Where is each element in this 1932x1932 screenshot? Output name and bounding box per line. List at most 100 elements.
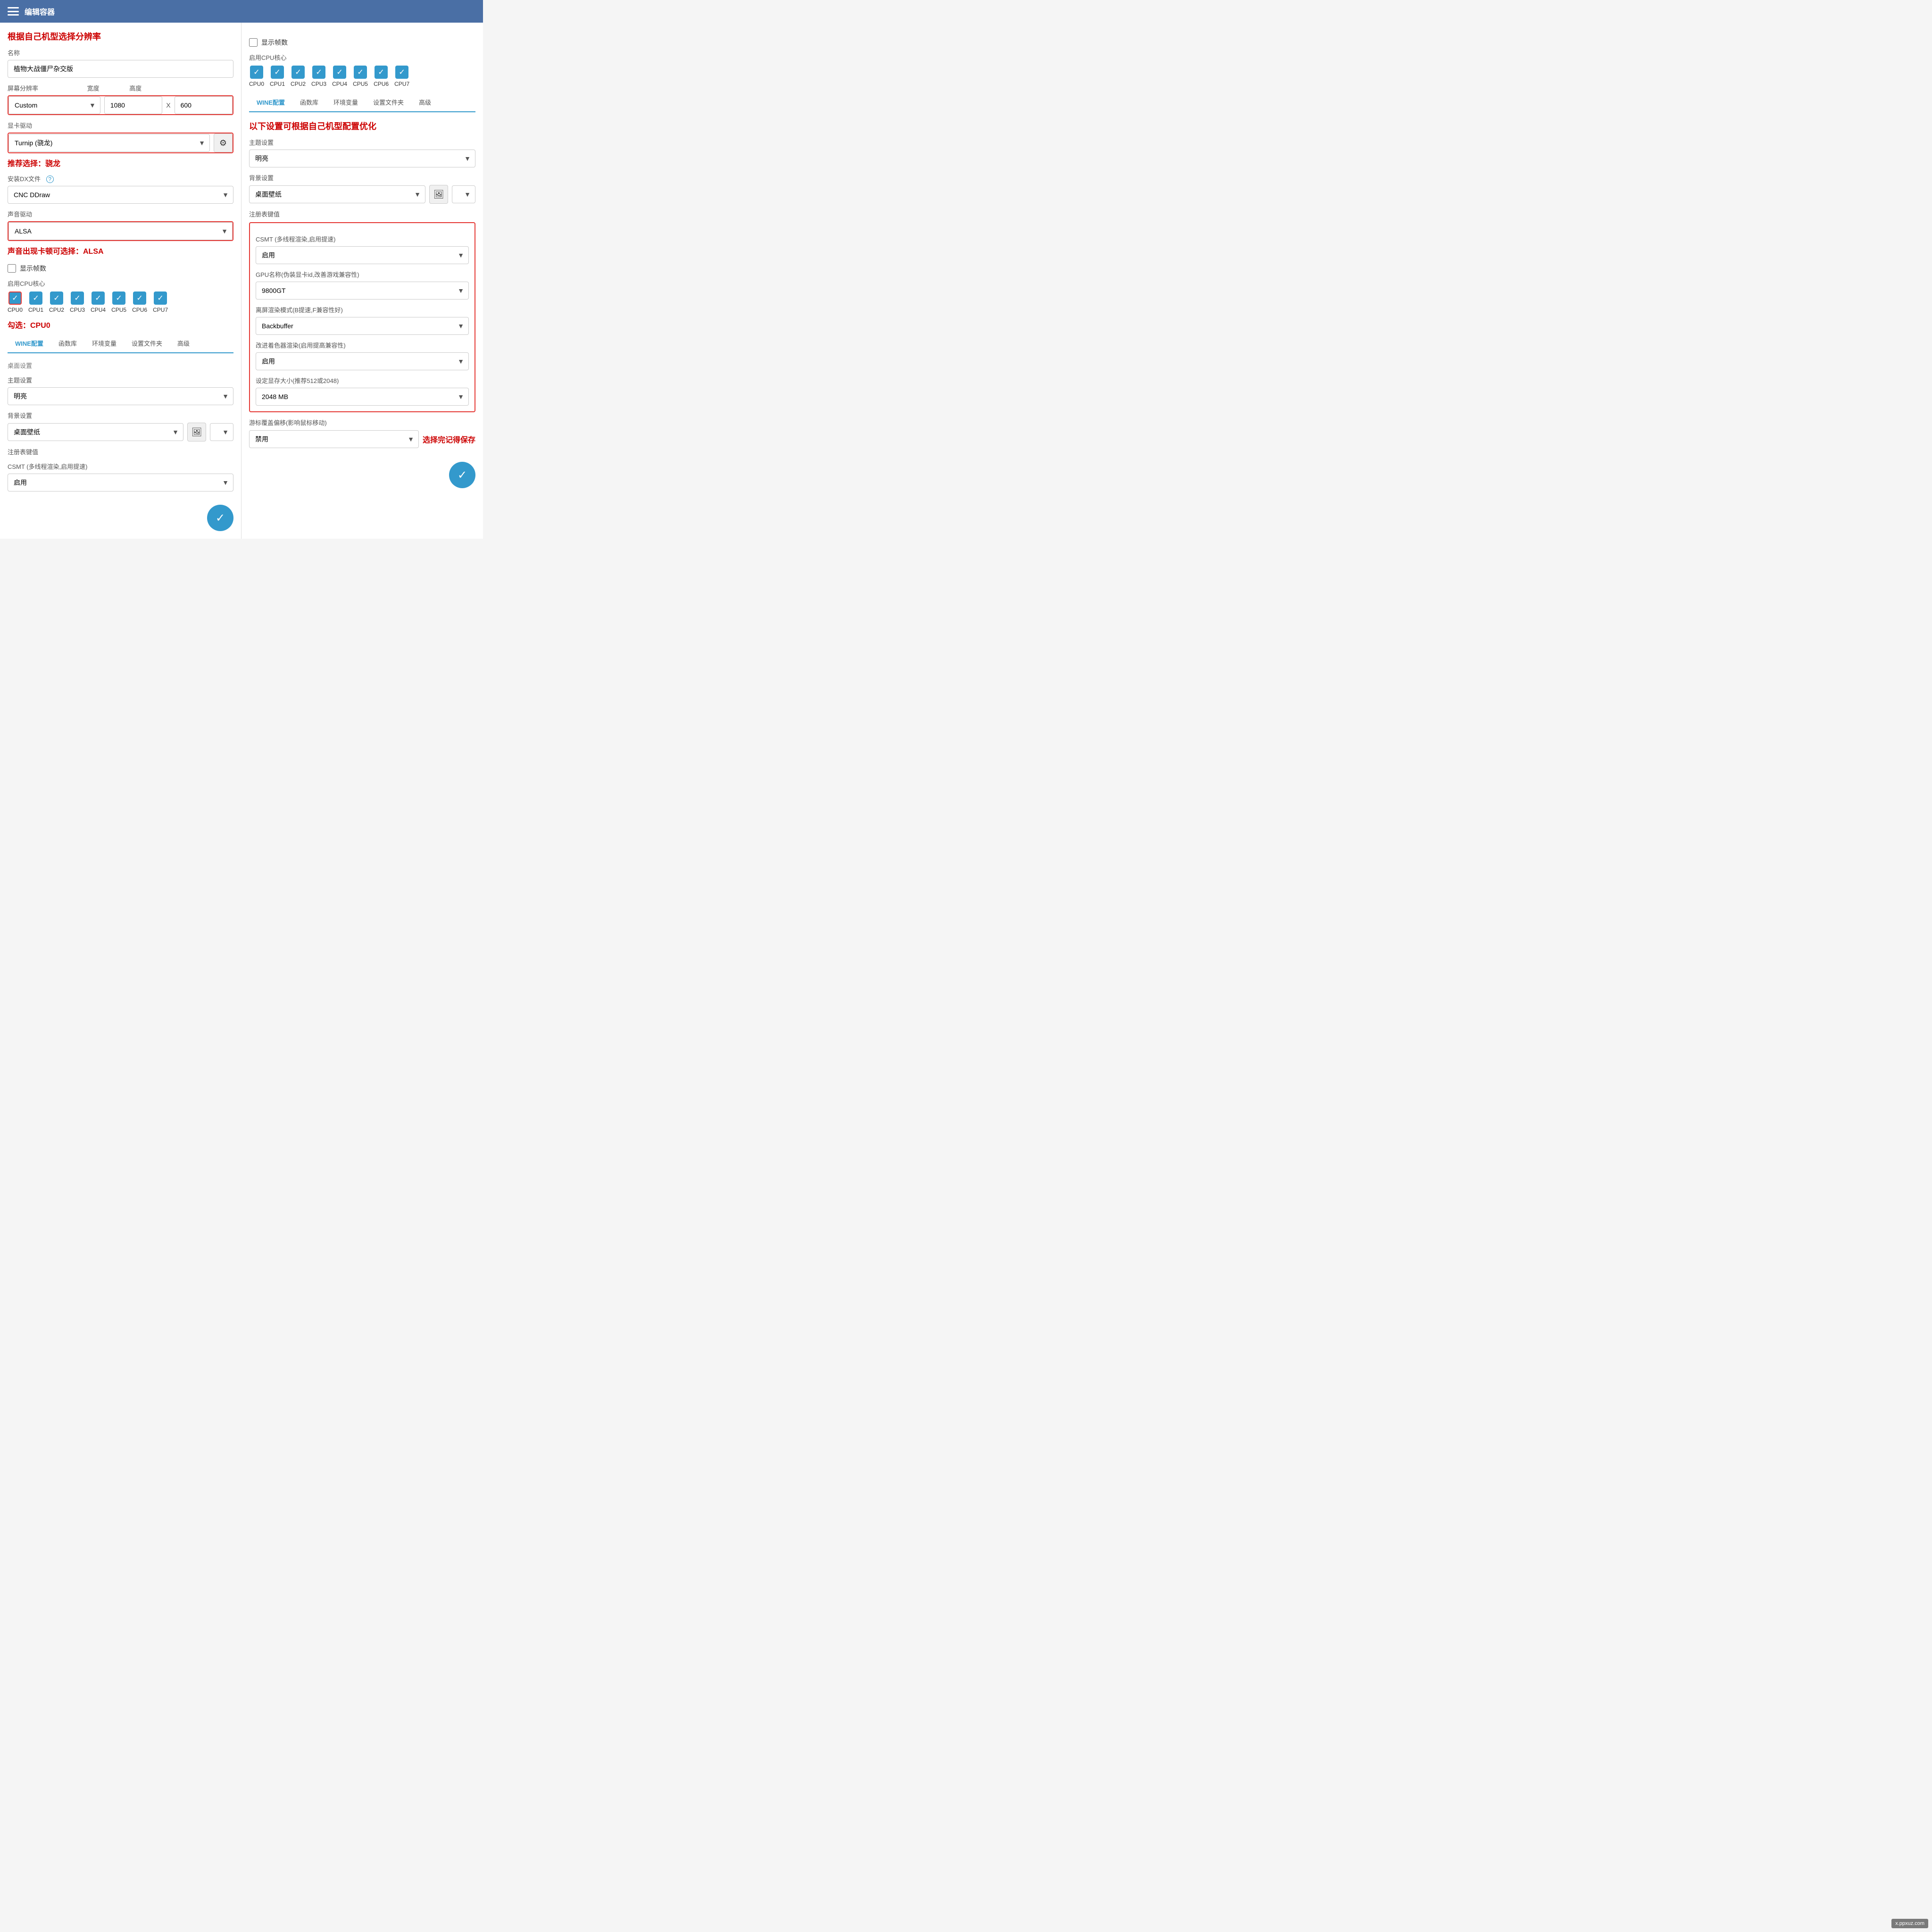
left-csmt-label: CSMT (多线程渲染,启用提速)	[8, 462, 233, 471]
cpu3-checkbox[interactable]: ✓	[71, 291, 84, 305]
right-cpu7-checkbox[interactable]: ✓	[395, 66, 408, 79]
left-bg-wrapper: 桌面壁纸 ▼	[8, 423, 183, 441]
right-cpu4-checkbox[interactable]: ✓	[333, 66, 346, 79]
cpu2-label: CPU2	[49, 307, 64, 313]
cpu4-checkbox[interactable]: ✓	[92, 291, 105, 305]
right-cpu1-checkbox[interactable]: ✓	[271, 66, 284, 79]
left-bg-select[interactable]: 桌面壁纸	[8, 423, 183, 441]
right-tab-library[interactable]: 函数库	[292, 93, 326, 111]
tab-folder-left[interactable]: 设置文件夹	[124, 334, 170, 352]
right-vram-select[interactable]: 2048 MB	[256, 388, 469, 406]
right-shader-select[interactable]: 启用	[256, 352, 469, 370]
name-label: 名称	[8, 48, 233, 57]
left-csmt-select[interactable]: 启用	[8, 474, 233, 491]
cpu3-item: ✓ CPU3	[70, 291, 85, 313]
right-tab-advanced[interactable]: 高级	[411, 93, 439, 111]
right-tabs: WINE配置 函数库 环境变量 设置文件夹 高级	[249, 93, 475, 112]
right-shader-label: 改进着色器渲染(启用提高兼容性)	[256, 341, 469, 350]
cpu0-label: CPU0	[8, 307, 23, 313]
cpu4-label: CPU4	[91, 307, 106, 313]
gpu-driver-wrapper: Turnip (骁龙) ▼	[8, 134, 210, 152]
right-csmt-label: CSMT (多线程渲染,启用提速)	[256, 234, 469, 243]
right-tab-env[interactable]: 环境变量	[326, 93, 366, 111]
right-cursor-row: 禁用 ▼ 选择完记得保存	[249, 430, 475, 449]
resolution-preset-select[interactable]: Custom	[8, 96, 100, 114]
cpu4-item: ✓ CPU4	[91, 291, 106, 313]
right-cpu2-checkbox[interactable]: ✓	[291, 66, 305, 79]
cpu6-checkbox[interactable]: ✓	[133, 291, 146, 305]
name-input[interactable]	[8, 60, 233, 78]
gpu-driver-select[interactable]: Turnip (骁龙)	[8, 134, 210, 152]
cpu2-item: ✓ CPU2	[49, 291, 64, 313]
left-bg-extra-wrapper: ▼	[210, 423, 233, 441]
right-cpu0-label: CPU0	[249, 81, 264, 87]
right-save-button[interactable]: ✓	[449, 462, 475, 488]
menu-icon[interactable]	[8, 7, 19, 16]
resolution-height-input[interactable]	[175, 96, 233, 114]
enable-cpu-label: 启用CPU核心	[8, 279, 233, 288]
cpu0-checkbox[interactable]: ✓	[8, 291, 22, 305]
tab-wine-left[interactable]: WINE配置	[8, 334, 51, 353]
tab-env-left[interactable]: 环境变量	[84, 334, 124, 352]
right-cpu2-label: CPU2	[291, 81, 306, 87]
right-offscreen-wrapper: Backbuffer ▼	[256, 317, 469, 335]
right-cpu0-item: ✓ CPU0	[249, 66, 264, 87]
left-bg-row: 桌面壁纸 ▼ 🖼 ▼	[8, 423, 233, 441]
show-fps-checkbox[interactable]	[8, 264, 16, 273]
tab-advanced-left[interactable]: 高级	[170, 334, 197, 352]
cpu7-checkbox[interactable]: ✓	[154, 291, 167, 305]
left-theme-label: 主题设置	[8, 375, 233, 384]
right-reg-label: 注册表键值	[249, 209, 475, 218]
cpu-grid: ✓ CPU0 ✓ CPU1 ✓ CPU2 ✓ CPU3 ✓ CPU4 ✓ CPU…	[8, 291, 233, 313]
right-show-fps-row: 显示帧数	[249, 38, 475, 47]
right-bg-select[interactable]: 桌面壁纸	[249, 185, 425, 203]
bg-image-btn[interactable]: 🖼	[187, 423, 206, 441]
right-bg-image-btn[interactable]: 🖼	[429, 185, 448, 204]
right-cpu1-item: ✓ CPU1	[270, 66, 285, 87]
right-show-fps-checkbox[interactable]	[249, 38, 258, 47]
show-fps-label: 显示帧数	[20, 264, 46, 273]
right-cpu3-checkbox[interactable]: ✓	[312, 66, 325, 79]
right-gpu-name-select[interactable]: 9800GT	[256, 282, 469, 300]
cpu5-checkbox[interactable]: ✓	[112, 291, 125, 305]
right-bg-wrapper: 桌面壁纸 ▼	[249, 185, 425, 203]
resolution-row: Custom ▼ X	[8, 95, 233, 115]
right-bg-extra-select[interactable]	[452, 185, 475, 203]
gpu-driver-row: Turnip (骁龙) ▼ ⚙	[8, 133, 233, 153]
right-cpu0-checkbox[interactable]: ✓	[250, 66, 263, 79]
x-separator: X	[166, 101, 170, 109]
left-bg-extra-select[interactable]	[210, 423, 233, 441]
right-enable-cpu-label: 启用CPU核心	[249, 53, 475, 62]
right-tab-wine[interactable]: WINE配置	[249, 93, 292, 112]
left-theme-select[interactable]: 明亮	[8, 387, 233, 405]
right-cpu5-checkbox[interactable]: ✓	[354, 66, 367, 79]
right-cpu6-checkbox[interactable]: ✓	[375, 66, 388, 79]
resolution-width-input[interactable]	[104, 96, 162, 114]
left-save-button[interactable]: ✓	[207, 505, 233, 531]
right-bordered-config: CSMT (多线程渲染,启用提速) 启用 ▼ GPU名称(伪装显卡id,改善游戏…	[249, 222, 475, 412]
audio-driver-select[interactable]: ALSA	[8, 222, 233, 240]
audio-driver-label: 声音驱动	[8, 209, 233, 218]
cpu1-item: ✓ CPU1	[28, 291, 43, 313]
main-container: 根据自己机型选择分辨率 名称 屏幕分辨率 宽度 高度 Custom ▼ X 显卡…	[0, 23, 483, 539]
right-theme-label: 主题设置	[249, 138, 475, 147]
right-vram-wrapper: 2048 MB ▼	[256, 388, 469, 406]
right-csmt-select[interactable]: 启用	[256, 246, 469, 264]
right-theme-select[interactable]: 明亮	[249, 150, 475, 167]
right-cpu-grid: ✓ CPU0 ✓ CPU1 ✓ CPU2 ✓ CPU3 ✓ CPU4 ✓ CPU…	[249, 66, 475, 87]
right-tab-folder[interactable]: 设置文件夹	[366, 93, 411, 111]
app-header: 编辑容器	[0, 0, 483, 23]
install-dx-select[interactable]: CNC DDraw	[8, 186, 233, 204]
tab-library-left[interactable]: 函数库	[51, 334, 84, 352]
desktop-section-title: 桌面设置	[8, 361, 233, 370]
watermark: x.ppxuz.com	[1891, 1919, 1928, 1928]
gear-button[interactable]: ⚙	[214, 133, 233, 152]
cpu2-checkbox[interactable]: ✓	[50, 291, 63, 305]
right-gpu-name-label: GPU名称(伪装显卡id,改善游戏兼容性)	[256, 270, 469, 279]
gpu-driver-note: 推荐选择：骁龙	[8, 157, 233, 168]
cpu1-checkbox[interactable]: ✓	[29, 291, 42, 305]
right-offscreen-select[interactable]: Backbuffer	[256, 317, 469, 335]
gpu-driver-label: 显卡驱动	[8, 121, 233, 130]
right-cursor-select[interactable]: 禁用	[249, 430, 419, 448]
right-cpu6-label: CPU6	[374, 81, 389, 87]
